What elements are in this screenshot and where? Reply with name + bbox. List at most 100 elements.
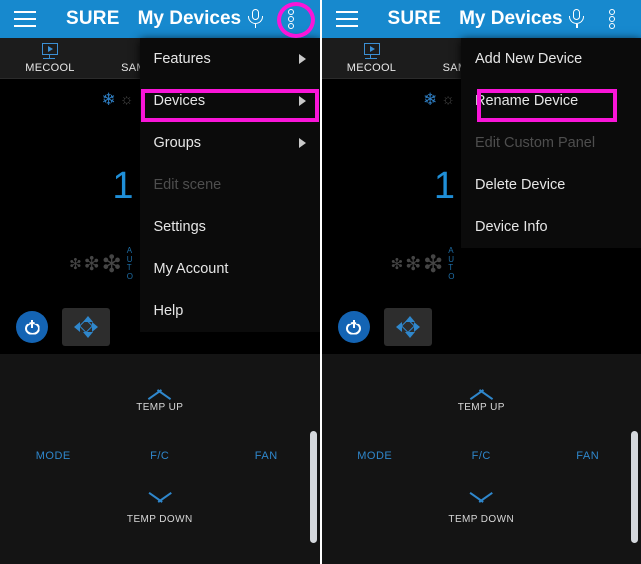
- fc-button[interactable]: F/C: [428, 450, 535, 462]
- temp-down-label: TEMP DOWN: [448, 514, 515, 525]
- screen-divider: [319, 0, 321, 564]
- right-fan-speed-indicator: ❇ ❇ ❇ A U T O: [390, 246, 455, 281]
- chevron-down-icon: [468, 496, 494, 509]
- mode-button[interactable]: MODE: [322, 450, 429, 462]
- dpad-icon: [395, 316, 420, 338]
- dpad-icon: [74, 316, 98, 338]
- snowflake-icon: ❄: [101, 90, 116, 109]
- chevron-right-icon: [298, 138, 306, 148]
- power-button[interactable]: [337, 311, 370, 343]
- menu-item-delete-device[interactable]: Delete Device: [461, 164, 641, 206]
- right-overflow-menu: Add New Device Rename Device Edit Custom…: [461, 38, 641, 248]
- left-app-bar: SURE My Devices: [0, 0, 320, 38]
- left-temperature-value: 1: [112, 165, 134, 207]
- temp-up-button[interactable]: TEMP UP: [458, 384, 505, 413]
- hamburger-icon[interactable]: [14, 10, 36, 28]
- menu-item-help[interactable]: Help: [140, 290, 320, 332]
- overflow-menu-icon[interactable]: [280, 7, 302, 31]
- right-app-bar: SURE My Devices: [321, 0, 641, 38]
- menu-item-devices[interactable]: Devices: [140, 80, 320, 122]
- left-overflow-menu: Features Devices Groups Edit scene Setti…: [139, 38, 320, 332]
- hamburger-icon[interactable]: [335, 10, 358, 28]
- right-control-pad: TEMP UP MODE F/C FAN TEMP DOWN: [321, 354, 641, 564]
- temp-down-button[interactable]: TEMP DOWN: [127, 496, 193, 525]
- left-screen: ❄ ☼ 1 ❇ ❇ ❇ A U T O TEMP UP MODE F/C FAN…: [0, 0, 320, 564]
- fan-button[interactable]: FAN: [213, 450, 320, 462]
- set-top-box-icon: [322, 42, 422, 61]
- app-brand: SURE: [66, 8, 120, 29]
- menu-item-add-new-device-label: Add New Device: [475, 51, 583, 67]
- menu-item-features-label: Features: [153, 51, 211, 67]
- menu-item-rename-device[interactable]: Rename Device: [461, 80, 641, 122]
- menu-item-device-info[interactable]: Device Info: [461, 206, 641, 248]
- fan-icon-low: ❇: [69, 255, 82, 273]
- device-tab-mecool-label: MECOOL: [25, 62, 75, 74]
- menu-item-edit-custom-panel: Edit Custom Panel: [461, 122, 641, 164]
- temp-down-button[interactable]: TEMP DOWN: [448, 496, 514, 525]
- power-icon: [24, 319, 40, 335]
- menu-item-device-info-label: Device Info: [475, 219, 548, 235]
- right-mid-button-row: MODE F/C FAN: [322, 450, 641, 462]
- chevron-right-icon: [298, 54, 306, 64]
- chevron-up-icon: [147, 384, 173, 397]
- chevron-up-icon: [468, 384, 494, 397]
- device-tab-mecool[interactable]: MECOOL: [0, 42, 100, 74]
- dpad-button[interactable]: [62, 308, 110, 346]
- fan-icon-mid: ❇: [405, 253, 422, 275]
- microphone-icon[interactable]: [567, 7, 587, 31]
- right-screen: ❄ ☼ 1 ❇ ❇ ❇ A U T O TEMP UP MODE F/C FAN…: [321, 0, 641, 564]
- right-vertical-scrollbar[interactable]: [631, 431, 638, 543]
- power-button[interactable]: [16, 311, 48, 343]
- dpad-button[interactable]: [383, 308, 432, 346]
- menu-item-my-account[interactable]: My Account: [140, 248, 320, 290]
- fan-auto-label: A U T O: [126, 246, 134, 281]
- menu-item-help-label: Help: [153, 303, 184, 319]
- menu-item-devices-label: Devices: [153, 93, 206, 109]
- fan-icon-mid: ❇: [83, 253, 100, 275]
- left-vertical-scrollbar[interactable]: [309, 431, 317, 543]
- menu-item-groups-label: Groups: [153, 135, 202, 151]
- sun-icon: ☼: [441, 91, 455, 108]
- fan-auto-label: A U T O: [448, 246, 455, 281]
- device-tab-mecool[interactable]: MECOOL: [322, 42, 422, 74]
- page-title: My Devices: [137, 8, 242, 29]
- snowflake-icon: ❄: [423, 90, 438, 109]
- menu-item-edit-custom-panel-label: Edit Custom Panel: [475, 135, 596, 151]
- screenshot-pair: ❄ ☼ 1 ❇ ❇ ❇ A U T O TEMP UP MODE F/C FAN…: [0, 0, 641, 564]
- menu-item-rename-device-label: Rename Device: [475, 93, 579, 109]
- mode-button[interactable]: MODE: [0, 450, 107, 462]
- device-tab-mecool-label: MECOOL: [346, 62, 397, 74]
- chevron-down-icon: [147, 496, 173, 509]
- menu-item-edit-scene-label: Edit scene: [153, 177, 222, 193]
- left-button-row: [16, 308, 110, 346]
- fan-button[interactable]: FAN: [535, 450, 641, 462]
- left-mid-button-row: MODE F/C FAN: [0, 450, 320, 462]
- menu-item-add-new-device[interactable]: Add New Device: [461, 38, 641, 80]
- fan-icon-high: ❇: [423, 250, 444, 278]
- menu-item-my-account-label: My Account: [153, 261, 229, 277]
- menu-item-features[interactable]: Features: [140, 38, 320, 80]
- menu-item-edit-scene: Edit scene: [140, 164, 320, 206]
- fan-auto-letter-o: O: [448, 271, 455, 281]
- left-fan-speed-indicator: ❇ ❇ ❇ A U T O: [69, 246, 134, 281]
- microphone-icon[interactable]: [246, 7, 266, 31]
- fc-button[interactable]: F/C: [107, 450, 214, 462]
- fan-auto-letter-o: O: [126, 271, 134, 281]
- menu-item-settings[interactable]: Settings: [140, 206, 320, 248]
- fan-icon-low: ❇: [390, 255, 404, 273]
- power-icon: [346, 319, 361, 335]
- chevron-right-icon: [298, 96, 306, 106]
- page-title: My Devices: [459, 8, 563, 29]
- app-brand: SURE: [387, 8, 442, 29]
- temp-up-label: TEMP UP: [136, 402, 184, 413]
- menu-item-delete-device-label: Delete Device: [475, 177, 566, 193]
- set-top-box-icon: [0, 42, 100, 61]
- menu-item-groups[interactable]: Groups: [140, 122, 320, 164]
- fan-icon-high: ❇: [101, 250, 122, 278]
- right-button-row: [337, 308, 432, 346]
- left-control-pad: TEMP UP MODE F/C FAN TEMP DOWN: [0, 354, 320, 564]
- temp-up-label: TEMP UP: [457, 402, 505, 413]
- temp-up-button[interactable]: TEMP UP: [136, 384, 183, 413]
- overflow-menu-icon[interactable]: [601, 7, 623, 31]
- right-mode-icons: ❄ ☼: [423, 91, 455, 108]
